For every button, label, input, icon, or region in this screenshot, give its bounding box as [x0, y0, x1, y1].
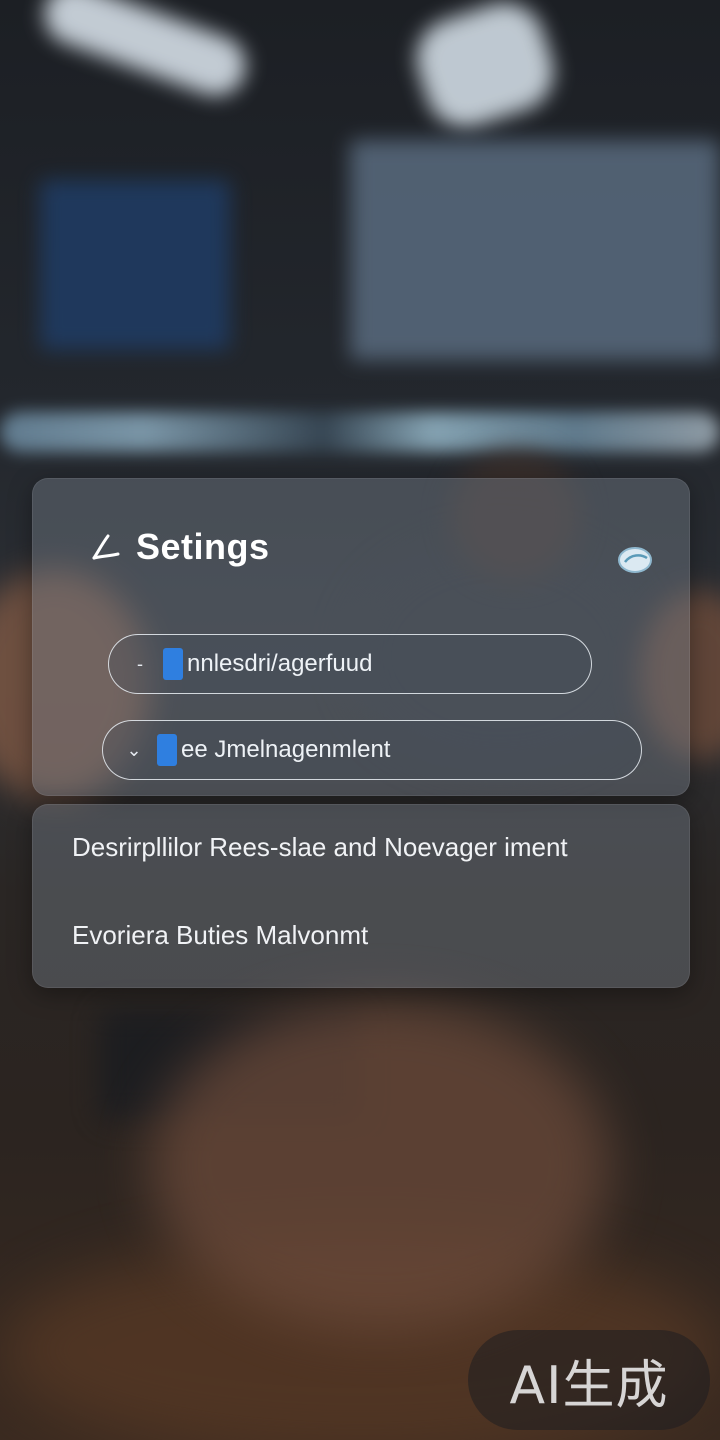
ai-generated-watermark: AI生成	[468, 1330, 710, 1430]
blue-marker-icon	[157, 734, 177, 766]
background-hands	[150, 1000, 610, 1330]
background-monitor	[350, 140, 720, 360]
page-title: Setings	[136, 526, 270, 567]
blue-marker-icon	[163, 648, 183, 680]
settings-option-label: nnlesdri/agerfuud	[187, 650, 373, 677]
toggle-icon[interactable]	[617, 546, 653, 574]
background-monitor	[40, 180, 230, 350]
settings-option-1[interactable]: - nnlesdri/agerfuud	[108, 634, 592, 694]
dash-icon: -	[137, 653, 143, 674]
info-line[interactable]: Evoriera Buties Malvonmt	[72, 920, 368, 951]
chevron-down-icon: ⌄	[126, 739, 142, 760]
info-line[interactable]: Desrirpllilor Rees-slae and Noevager ime…	[72, 832, 568, 863]
settings-option-2[interactable]: ⌄ ee Jmelnagenmlent	[102, 720, 642, 780]
ceiling-light	[406, 0, 564, 138]
settings-option-label: ee Jmelnagenmlent	[181, 736, 391, 763]
background-lights	[0, 412, 720, 452]
watermark-text: AI生成	[509, 1355, 669, 1416]
ceiling-light	[36, 0, 254, 105]
leaf-icon	[88, 530, 122, 564]
